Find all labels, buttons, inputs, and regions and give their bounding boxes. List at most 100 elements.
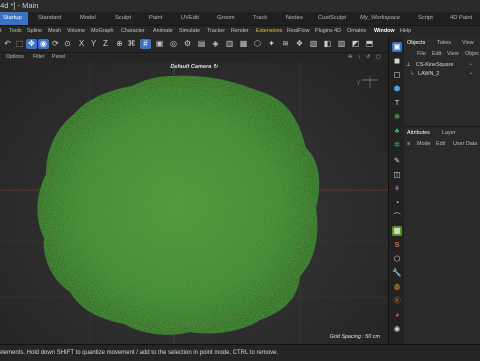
visibility-toggle-icon[interactable]: ▪ bbox=[470, 62, 472, 68]
objects-menu-object[interactable]: Objec bbox=[465, 51, 479, 57]
spline-icon[interactable]: ⌒ bbox=[392, 212, 402, 222]
frame-icon[interactable]: ▢ bbox=[392, 70, 402, 80]
render-view-icon[interactable]: ◎ bbox=[168, 39, 179, 49]
material-icon[interactable]: ▦ bbox=[238, 39, 249, 49]
layout-tab-startup[interactable]: Startup bbox=[0, 12, 28, 25]
menu-item-help[interactable]: Help bbox=[400, 26, 411, 36]
viewport-3d[interactable]: y Default Camera ↻ Grid Spacing : 50 cm bbox=[0, 62, 388, 344]
axis-x-icon[interactable]: X bbox=[76, 39, 87, 49]
layout-tab-4d-paint[interactable]: 4D Paint bbox=[450, 12, 472, 25]
coordinate-system-icon[interactable]: ⊕ bbox=[114, 39, 125, 49]
wrench-icon[interactable]: 🔧 bbox=[392, 268, 402, 278]
attributes-menu-user-data[interactable]: User Data bbox=[453, 141, 477, 147]
menu-item-character[interactable]: Character bbox=[121, 26, 145, 36]
recent-tools-icon[interactable]: ⊙ bbox=[62, 39, 73, 49]
cube-primitive-icon[interactable]: ⬢ bbox=[392, 84, 402, 94]
visibility-toggle-icon[interactable]: ▪ bbox=[470, 71, 472, 77]
menu-item-mesh[interactable]: Mesh bbox=[48, 26, 61, 36]
tag-icon[interactable]: ◔ bbox=[392, 198, 402, 208]
menu-item-simulate[interactable]: Simulate bbox=[179, 26, 200, 36]
tab-attributes[interactable]: Attributes bbox=[407, 130, 430, 136]
menu-item-ornatrix[interactable]: Ornatrix bbox=[347, 26, 366, 36]
model-mode-icon[interactable]: ▣ bbox=[392, 42, 402, 52]
realflow-icon[interactable]: ≋ bbox=[280, 39, 291, 49]
layout-tab-custsculpt[interactable]: CustSculpt bbox=[318, 12, 346, 25]
cube-object-icon[interactable]: ◼ bbox=[392, 56, 402, 66]
plugin-icon-e[interactable]: ◩ bbox=[350, 39, 361, 49]
object-item-lawn-2[interactable]: LAWN_2 bbox=[418, 71, 439, 77]
menu-item-volume[interactable]: Volume bbox=[67, 26, 85, 36]
field-icon[interactable]: ✲ bbox=[392, 140, 402, 150]
layout-tab-my-workspace[interactable]: My_Workspace bbox=[360, 12, 400, 25]
menu-item-window[interactable]: Window bbox=[374, 26, 395, 36]
tab-layer[interactable]: Layer bbox=[442, 130, 456, 136]
cube-wire-icon[interactable]: ⬡ bbox=[392, 254, 402, 264]
text-tool-icon[interactable]: T bbox=[392, 98, 402, 108]
maximize-view-icon[interactable]: ▢ bbox=[376, 53, 381, 62]
texture-icon[interactable]: ⬡ bbox=[252, 39, 263, 49]
polygon-pen-icon[interactable]: ✎ bbox=[392, 156, 402, 166]
render-r-icon[interactable]: Ⓡ bbox=[392, 296, 402, 306]
attributes-menu-edit[interactable]: Edit bbox=[436, 141, 445, 147]
viewport-menu-panel[interactable]: Panel bbox=[52, 53, 65, 62]
tab-takes[interactable]: Takes bbox=[437, 40, 451, 46]
redshift-icon[interactable]: ◍ bbox=[392, 282, 402, 292]
move-icon[interactable]: ✥ bbox=[26, 39, 37, 49]
layout-tab-track[interactable]: Track bbox=[253, 12, 267, 25]
tab-view[interactable]: View bbox=[462, 40, 474, 46]
render-settings-icon[interactable]: ⚙ bbox=[182, 39, 193, 49]
grid-icon[interactable]: # bbox=[140, 39, 151, 49]
objects-menu-file[interactable]: File bbox=[417, 51, 426, 57]
generator-icon[interactable]: ❋ bbox=[392, 112, 402, 122]
menu-item-animate[interactable]: Animate bbox=[153, 26, 173, 36]
light-icon[interactable]: ⚘ bbox=[392, 184, 402, 194]
attributes-menu-icon[interactable]: ≡ bbox=[407, 141, 410, 147]
layout-tab-script[interactable]: Script bbox=[418, 12, 433, 25]
plugin-icon-a[interactable]: ❖ bbox=[294, 39, 305, 49]
picture-viewer-icon[interactable]: ▤ bbox=[196, 39, 207, 49]
rotate-view-icon[interactable]: ↺ bbox=[366, 53, 370, 62]
plugin-icon-d[interactable]: ▨ bbox=[336, 39, 347, 49]
select-icon[interactable]: ⬚ bbox=[14, 39, 25, 49]
menu-item-mograph[interactable]: MoGraph bbox=[91, 26, 113, 36]
menu-item-extensions[interactable]: Extensions bbox=[256, 26, 282, 36]
viewport-menu-options[interactable]: Options bbox=[6, 53, 24, 62]
menu-item-plugins-4d[interactable]: Plugins 4D bbox=[315, 26, 341, 36]
camera-label[interactable]: Default Camera ↻ bbox=[0, 64, 388, 70]
edit-render-icon[interactable]: ◈ bbox=[210, 39, 221, 49]
eye-icon[interactable]: ◉ bbox=[392, 324, 402, 334]
objects-menu-edit[interactable]: Edit bbox=[432, 51, 441, 57]
deformer-icon[interactable]: ♣ bbox=[392, 126, 402, 136]
layout-tab-groom[interactable]: Groom bbox=[217, 12, 235, 25]
object-item-cs-kinesquare[interactable]: CS-KineSquare bbox=[416, 62, 453, 68]
plugin-icon-f[interactable]: ⬒ bbox=[364, 39, 375, 49]
render-region-icon[interactable]: ▣ bbox=[154, 39, 165, 49]
script-s-icon[interactable]: S bbox=[392, 240, 402, 250]
layout-tab-nodes[interactable]: Nodes bbox=[286, 12, 303, 25]
volume-icon[interactable]: ▦ bbox=[392, 226, 402, 236]
layout-tab-model[interactable]: Model bbox=[80, 12, 96, 25]
interactive-render-icon[interactable]: ▥ bbox=[224, 39, 235, 49]
menu-item-render[interactable]: Render bbox=[231, 26, 249, 36]
layout-tab-uvedit[interactable]: UVEdit bbox=[181, 12, 199, 25]
camera-icon[interactable]: ◫ bbox=[392, 170, 402, 180]
menu-item-tracker[interactable]: Tracker bbox=[207, 26, 225, 36]
axis-y-icon[interactable]: Y bbox=[88, 39, 99, 49]
menu-item-t[interactable]: t bbox=[0, 26, 2, 36]
menu-item-spline[interactable]: Spline bbox=[27, 26, 42, 36]
ornatrix-icon[interactable]: ✦ bbox=[266, 39, 277, 49]
layout-tab-standard[interactable]: Standard bbox=[38, 12, 62, 25]
undo-icon[interactable]: ↶ bbox=[2, 39, 13, 49]
plugin-icon-c[interactable]: ◧ bbox=[322, 39, 333, 49]
axis-z-icon[interactable]: Z bbox=[100, 39, 111, 49]
attributes-menu-mode[interactable]: Mode bbox=[417, 141, 431, 147]
zoom-view-icon[interactable]: ↓ bbox=[358, 53, 361, 62]
snap-icon[interactable]: ⌘ bbox=[126, 39, 137, 49]
layout-tab-sculpt[interactable]: Sculpt bbox=[115, 12, 131, 25]
move-view-icon[interactable]: ✣ bbox=[348, 53, 352, 62]
tab-objects[interactable]: Objects bbox=[407, 40, 425, 46]
scale-icon[interactable]: ◉ bbox=[38, 39, 49, 49]
viewport-menu-filter[interactable]: Filter bbox=[33, 53, 45, 62]
menu-item-realflow[interactable]: RealFlow bbox=[287, 26, 309, 36]
layout-tab-paint[interactable]: Paint bbox=[149, 12, 162, 25]
